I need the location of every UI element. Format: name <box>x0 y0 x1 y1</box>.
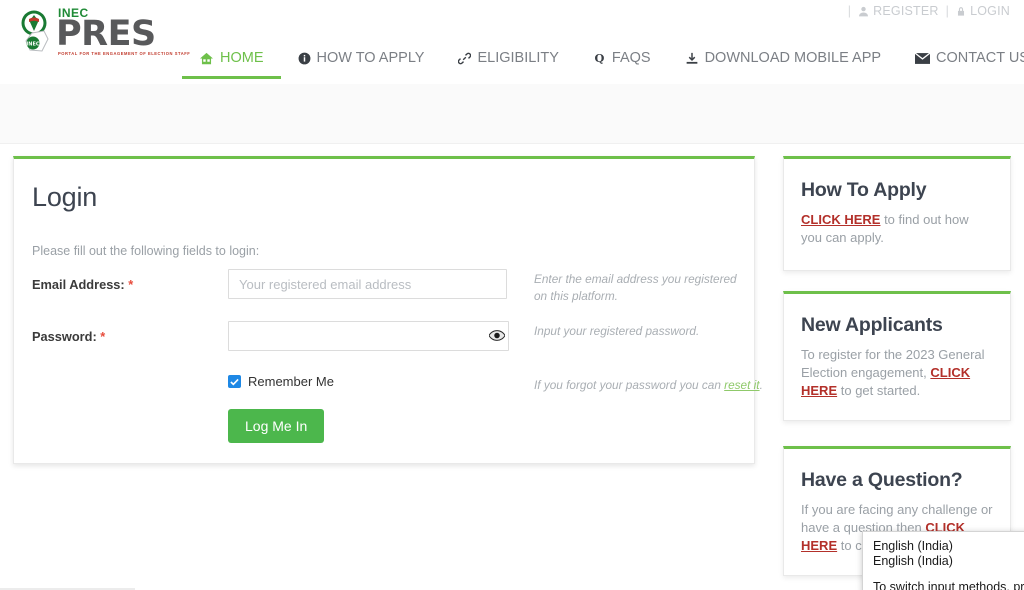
svg-text:INEC: INEC <box>26 42 39 48</box>
link-icon <box>458 52 472 65</box>
home-icon <box>199 52 214 65</box>
nav-item-eligibility[interactable]: ELIGIBILITY <box>441 44 575 79</box>
register-link-label: REGISTER <box>873 4 939 18</box>
card-how-to-apply-body: CLICK HERE to find out how you can apply… <box>801 211 993 247</box>
email-label-text: Email Address: <box>32 277 125 292</box>
lock-icon <box>956 6 966 17</box>
card-new-applicants: New Applicants To register for the 2023 … <box>783 291 1011 421</box>
email-required-mark: * <box>128 277 134 292</box>
nav-item-home-label: HOME <box>220 50 264 66</box>
download-icon <box>685 52 699 65</box>
topbar-separator-1: | <box>847 4 852 18</box>
log-me-in-button[interactable]: Log Me In <box>228 409 325 443</box>
reset-password-link[interactable]: reset it <box>724 378 759 392</box>
ime-option-1[interactable]: English (India) <box>873 539 1024 554</box>
password-help-text: Input your registered password. <box>534 324 700 338</box>
email-label: Email Address: * <box>32 277 133 292</box>
toggle-password-visibility-button[interactable] <box>488 327 506 345</box>
page-title: Login <box>32 182 98 212</box>
user-icon <box>858 6 869 17</box>
svg-text:Q: Q <box>594 51 604 65</box>
card-how-to-apply-title: How To Apply <box>801 179 927 201</box>
ime-option-2[interactable]: English (India) <box>873 554 1024 569</box>
page-root: | REGISTER | LOGIN INEC INEC PRES PORTAL… <box>0 0 1024 590</box>
password-label-text: Password: <box>32 329 97 344</box>
nav-item-eligibility-label: ELIGIBILITY <box>477 50 559 66</box>
main-navigation: HOME HOW TO APPLY ELIGIBILITY Q FAQS DOW… <box>182 44 1024 84</box>
forgot-password-text: If you forgot your password you can rese… <box>534 377 764 394</box>
nav-item-how-to-apply[interactable]: HOW TO APPLY <box>281 44 442 79</box>
email-row: Email Address: * Enter the email address… <box>14 269 756 305</box>
email-input[interactable] <box>228 269 507 299</box>
nav-item-contact-us-label: CONTACT US <box>936 50 1024 66</box>
nav-item-home[interactable]: HOME <box>182 44 281 79</box>
nav-item-download-mobile-app[interactable]: DOWNLOAD MOBILE APP <box>668 44 898 79</box>
nav-item-how-to-apply-label: HOW TO APPLY <box>316 50 425 66</box>
card-how-to-apply-link[interactable]: CLICK HERE <box>801 212 880 227</box>
inec-seal-icon: INEC <box>18 9 60 57</box>
remember-me-label: Remember Me <box>248 374 334 389</box>
login-link-label: LOGIN <box>970 4 1010 18</box>
login-link[interactable]: LOGIN <box>956 4 1010 18</box>
topbar-separator-2: | <box>945 4 950 18</box>
password-input[interactable] <box>228 321 509 351</box>
envelope-icon <box>915 52 931 64</box>
password-row: Password: * Input your registered passwo… <box>14 321 756 357</box>
card-new-applicants-text-after: to get started. <box>837 383 921 398</box>
nav-item-faqs[interactable]: Q FAQS <box>576 44 668 79</box>
logo-wordmark: INEC PRES PORTAL FOR THE ENGAGEMENT OF E… <box>56 7 190 57</box>
remember-me-checkbox[interactable] <box>228 375 241 388</box>
site-logo[interactable]: INEC INEC PRES PORTAL FOR THE ENGAGEMENT… <box>18 7 190 60</box>
card-have-a-question-title: Have a Question? <box>801 469 963 491</box>
question-q-icon: Q <box>593 51 606 65</box>
card-new-applicants-title: New Applicants <box>801 314 943 336</box>
site-header: | REGISTER | LOGIN INEC INEC PRES PORTAL… <box>0 0 1024 84</box>
login-panel: Login Please fill out the following fiel… <box>13 156 763 464</box>
forgot-password-prefix: If you forgot your password you can <box>534 378 725 392</box>
ime-hint-text: To switch input methods, press W <box>873 580 1024 590</box>
login-subtitle: Please fill out the following fields to … <box>32 244 260 258</box>
nav-item-download-mobile-app-label: DOWNLOAD MOBILE APP <box>704 50 882 66</box>
forgot-password-suffix: . <box>759 378 763 392</box>
card-new-applicants-body: To register for the 2023 General Electio… <box>801 346 993 400</box>
nav-item-contact-us[interactable]: CONTACT US <box>898 44 1024 79</box>
logo-pres-text: PRES <box>56 14 156 54</box>
password-label: Password: * <box>32 329 105 344</box>
register-link[interactable]: REGISTER <box>858 4 939 18</box>
email-help-text: Enter the email address you registered o… <box>534 272 737 303</box>
nav-item-faqs-label: FAQS <box>611 50 651 66</box>
card-how-to-apply: How To Apply CLICK HERE to find out how … <box>783 156 1011 271</box>
info-circle-icon <box>298 52 311 65</box>
remember-me-row[interactable]: Remember Me <box>228 374 334 389</box>
ime-language-popup[interactable]: English (India) English (India) To switc… <box>862 531 1024 590</box>
eye-icon <box>488 329 506 344</box>
hero-banner <box>0 84 1024 144</box>
logo-tagline: PORTAL FOR THE ENGAGEMENT OF ELECTION ST… <box>58 51 191 56</box>
password-required-mark: * <box>100 329 106 344</box>
